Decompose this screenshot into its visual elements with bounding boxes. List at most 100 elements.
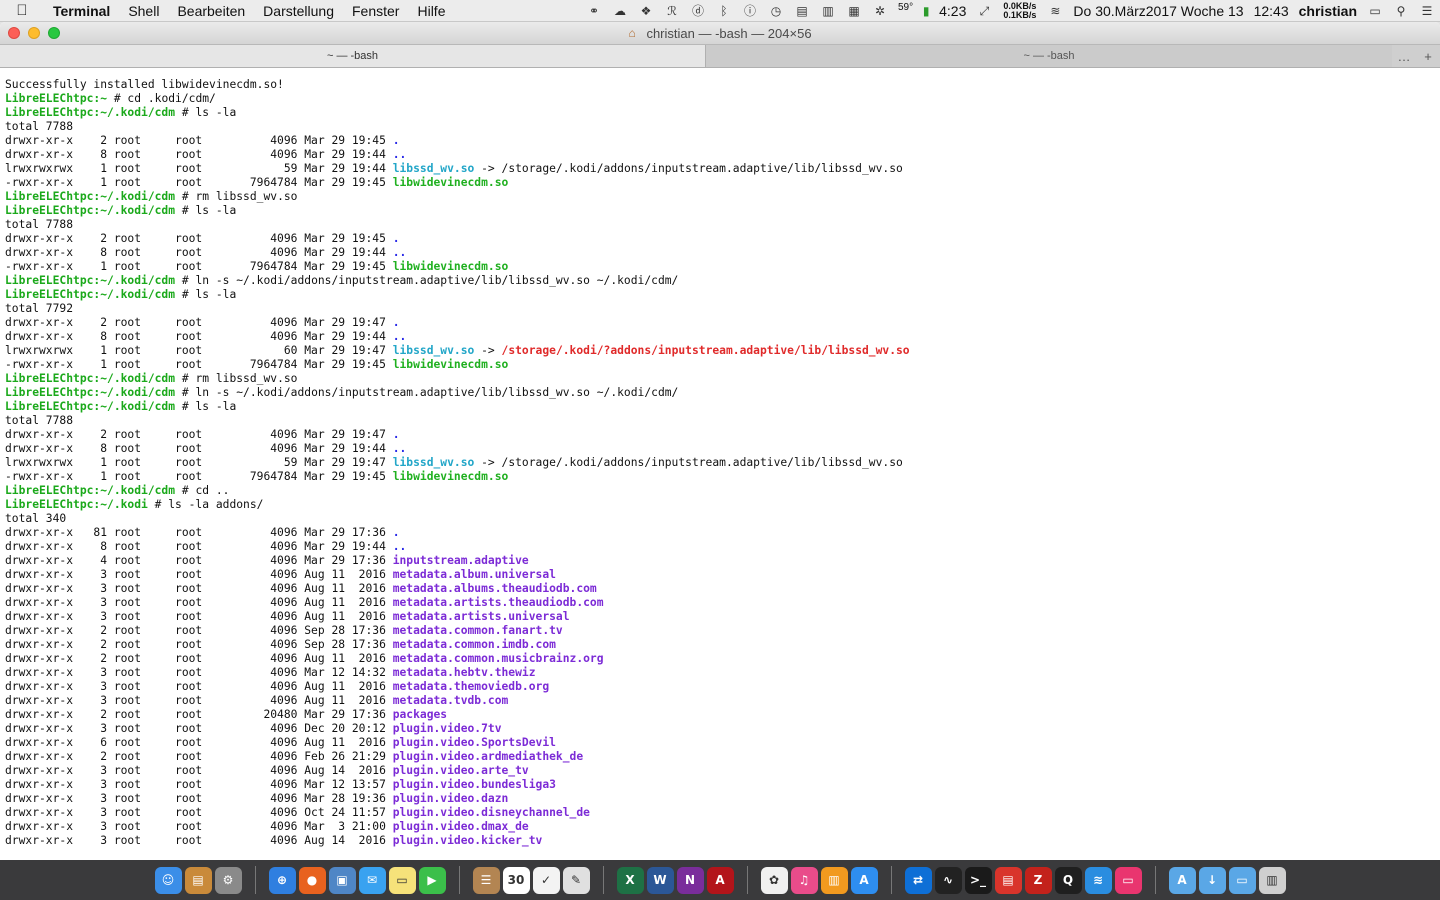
- terminal-line: LibreELEChtpc:~/.kodi/cdm # ls -la: [5, 106, 1435, 120]
- user-name[interactable]: christian: [1294, 3, 1362, 19]
- minimize-button[interactable]: [28, 27, 40, 39]
- status-area: ⚭ ☁ ❖ ℛ ⓓ ᛒ ⓘ ◷ ▤ ▥ ▦ ✲ 59° ▮ 4:23 ⤢ 0.0…: [581, 0, 1440, 22]
- menu-bearbeiten[interactable]: Bearbeiten: [168, 3, 254, 19]
- memory-meter-icon[interactable]: ▥: [819, 4, 837, 18]
- output-text: # ln -s ~/.kodi/addons/inputstream.adapt…: [175, 386, 679, 399]
- tab-label: ~ — -bash: [326, 50, 379, 62]
- window-title: christian — -bash — 204×56: [646, 25, 812, 41]
- excel-icon[interactable]: X: [616, 866, 644, 894]
- firefox-icon[interactable]: ●: [298, 866, 326, 894]
- battery-icon[interactable]: ▮: [922, 4, 930, 18]
- terminal-output[interactable]: Successfully installed libwidevinecdm.so…: [0, 68, 1440, 860]
- app-store-icon[interactable]: A: [850, 866, 878, 894]
- notes-icon[interactable]: ▤: [184, 866, 212, 894]
- date[interactable]: Do 30.März2017 Woche 13: [1068, 3, 1248, 19]
- safari-icon[interactable]: ⊕: [268, 866, 296, 894]
- menu-darstellung[interactable]: Darstellung: [254, 3, 343, 19]
- dropbox-icon[interactable]: ❖: [637, 4, 655, 18]
- airplay-icon[interactable]: ▭: [1366, 4, 1384, 18]
- cloud-icon[interactable]: ☁: [611, 4, 629, 18]
- output-text: metadata.albums.theaudiodb.com: [392, 582, 597, 595]
- preview-icon[interactable]: ▣: [328, 866, 356, 894]
- menu-terminal[interactable]: Terminal: [44, 3, 119, 19]
- disk-meter-icon[interactable]: ▦: [845, 4, 863, 18]
- filezilla-icon[interactable]: Z: [1024, 866, 1052, 894]
- output-text: lrwxrwxrwx 1 root root 60 Mar 29 19:47: [5, 344, 393, 357]
- new-tab-icon[interactable]: +: [1416, 49, 1440, 64]
- output-text: plugin.video.dazn: [392, 792, 509, 805]
- battery-time[interactable]: 4:23: [934, 3, 971, 19]
- info-icon[interactable]: ⓘ: [741, 4, 759, 18]
- link-icon[interactable]: ⚭: [585, 4, 603, 18]
- fan-icon[interactable]: ✲: [871, 4, 889, 18]
- close-button[interactable]: [8, 27, 20, 39]
- output-text: drwxr-xr-x 3 root root 4096 Aug 14 2016: [5, 834, 393, 847]
- applications-folder-icon[interactable]: A: [1168, 866, 1196, 894]
- output-text: # cd .kodi/cdm/: [107, 92, 216, 105]
- terminal-line: drwxr-xr-x 3 root root 4096 Aug 11 2016 …: [5, 610, 1435, 624]
- system-preferences-icon[interactable]: ⚙: [214, 866, 242, 894]
- output-text: drwxr-xr-x 3 root root 4096 Aug 14 2016: [5, 764, 393, 777]
- terminal-line: LibreELEChtpc:~ # cd .kodi/cdm/: [5, 92, 1435, 106]
- word-icon[interactable]: W: [646, 866, 674, 894]
- title-bar[interactable]: ⌂ christian — -bash — 204×56: [0, 22, 1440, 44]
- photos-icon[interactable]: ✿: [760, 866, 788, 894]
- quicktime-icon[interactable]: Q: [1054, 866, 1082, 894]
- terminal-icon[interactable]: >_: [964, 866, 992, 894]
- cpu-meter-icon[interactable]: ▤: [793, 4, 811, 18]
- calendar-icon[interactable]: 30: [502, 866, 530, 894]
- tab-overflow-icon[interactable]: …: [1392, 49, 1416, 64]
- tab-bash-2[interactable]: ~ — -bash: [706, 45, 1392, 67]
- documents-folder-icon[interactable]: ▭: [1228, 866, 1256, 894]
- terminal-line: LibreELEChtpc:~/.kodi/cdm # ln -s ~/.kod…: [5, 274, 1435, 288]
- output-text: plugin.video.kicker_tv: [392, 834, 543, 847]
- menu-shell[interactable]: Shell: [119, 3, 168, 19]
- network-speed[interactable]: 0.0KB/s 0.1KB/s: [997, 1, 1042, 20]
- tab-bash-1[interactable]: ~ — -bash: [0, 45, 706, 67]
- terminal-line: drwxr-xr-x 8 root root 4096 Mar 29 19:44…: [5, 330, 1435, 344]
- terminal-line: drwxr-xr-x 8 root root 4096 Mar 29 19:44…: [5, 540, 1435, 554]
- itunes-icon[interactable]: ♫: [790, 866, 818, 894]
- stickies-icon[interactable]: ▭: [388, 866, 416, 894]
- activity-monitor-icon[interactable]: ∿: [934, 866, 962, 894]
- menu-fenster[interactable]: Fenster: [343, 3, 408, 19]
- output-text: plugin.video.7tv: [392, 722, 502, 735]
- contacts-icon[interactable]: ☰: [472, 866, 500, 894]
- notification-center-icon[interactable]: ☰: [1418, 4, 1436, 18]
- output-text: libwidevinecdm.so: [392, 470, 509, 483]
- output-text: -> /storage/.kodi/addons/inputstream.ada…: [474, 456, 903, 469]
- finder-icon[interactable]: ☺: [154, 866, 182, 894]
- menu-hilfe[interactable]: Hilfe: [408, 3, 454, 19]
- toolbox-icon[interactable]: ▤: [994, 866, 1022, 894]
- script-icon[interactable]: ℛ: [663, 4, 681, 18]
- facetime-icon[interactable]: ▶: [418, 866, 446, 894]
- output-text: # ln -s ~/.kodi/addons/inputstream.adapt…: [175, 274, 679, 287]
- trash-icon[interactable]: ▥: [1258, 866, 1286, 894]
- bluetooth-icon[interactable]: ᛒ: [715, 4, 733, 18]
- output-text: total 340: [5, 512, 67, 525]
- photos-app-icon[interactable]: ✎: [562, 866, 590, 894]
- ibooks-icon[interactable]: ▥: [820, 866, 848, 894]
- onenote-icon[interactable]: N: [676, 866, 704, 894]
- reminders-icon[interactable]: ✓: [532, 866, 560, 894]
- resize-icon[interactable]: ⤢: [975, 4, 993, 18]
- spotlight-icon[interactable]: ⚲: [1392, 4, 1410, 18]
- output-text: Successfully installed libwidevinecdm.so…: [5, 78, 284, 91]
- zoom-button[interactable]: [48, 27, 60, 39]
- wifi-explorer-icon[interactable]: ≋: [1084, 866, 1112, 894]
- wifi-icon[interactable]: ≋: [1046, 4, 1064, 18]
- teamviewer-icon[interactable]: ⇄: [904, 866, 932, 894]
- output-text: libwidevinecdm.so: [392, 176, 509, 189]
- acrobat-icon[interactable]: A: [706, 866, 734, 894]
- time-machine-icon[interactable]: ◷: [767, 4, 785, 18]
- terminal-line: -rwxr-xr-x 1 root root 7964784 Mar 29 19…: [5, 358, 1435, 372]
- apple-menu-icon[interactable]: : [0, 2, 44, 19]
- prompt: LibreELEChtpc:~: [5, 92, 108, 105]
- output-text: -rwxr-xr-x 1 root root 7964784 Mar 29 19…: [5, 260, 393, 273]
- clock[interactable]: 12:43: [1249, 3, 1294, 19]
- downloads-folder-icon[interactable]: ↓: [1198, 866, 1226, 894]
- temperature[interactable]: 59°: [893, 0, 918, 13]
- messages-icon[interactable]: ✉: [358, 866, 386, 894]
- d-icon[interactable]: ⓓ: [689, 4, 707, 18]
- display-icon[interactable]: ▭: [1114, 866, 1142, 894]
